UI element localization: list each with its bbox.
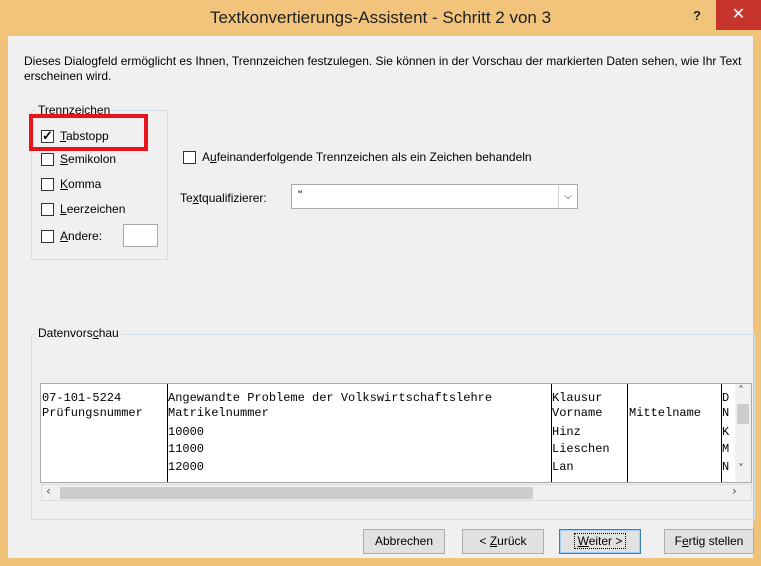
- back-button[interactable]: < Zurück: [462, 529, 544, 554]
- data-preview[interactable]: 07-101-5224 Prüfungsnummer Angewandte Pr…: [40, 383, 752, 483]
- checkbox-komma-box[interactable]: [41, 178, 54, 191]
- checkbox-semikolon-box[interactable]: [41, 153, 54, 166]
- next-focus-rect: Weiter >: [573, 533, 627, 549]
- preview-cell: 10000: [168, 425, 205, 439]
- finish-button[interactable]: Fertig stellen: [664, 529, 754, 554]
- consecutive-label: feinanderfolgende Trennzeichen als ein Z…: [216, 150, 532, 164]
- chevron-down-icon[interactable]: ⌵: [558, 185, 577, 208]
- checkbox-consecutive-box[interactable]: [183, 151, 196, 164]
- preview-cell: Klausur: [552, 391, 603, 405]
- preview-vertical-scrollbar[interactable]: ˄ ˅: [735, 384, 751, 482]
- tq-label-post: tqualifizierer:: [198, 191, 267, 205]
- checkbox-komma[interactable]: Komma: [41, 177, 141, 195]
- preview-cell: 11000: [168, 442, 205, 456]
- scroll-down-icon[interactable]: ˅: [738, 462, 744, 476]
- preview-legend-post: hau: [98, 326, 119, 340]
- next-mnemonic: W: [577, 534, 589, 548]
- preview-cell: Lan: [552, 460, 574, 474]
- checkbox-leerzeichen-mnemonic: L: [60, 202, 67, 216]
- column-separator: [627, 384, 628, 482]
- consecutive-mnemonic: u: [210, 150, 217, 164]
- back-label: urück: [497, 534, 527, 548]
- vertical-scroll-thumb[interactable]: [737, 404, 749, 424]
- checkbox-andere-label: ndere:: [68, 229, 103, 243]
- preview-cell: 12000: [168, 460, 205, 474]
- dialog-description: Dieses Dialogfeld ermöglicht es Ihnen, T…: [24, 54, 742, 83]
- close-icon: ✕: [731, 4, 746, 23]
- preview-cell: Matrikelnummer: [168, 406, 269, 420]
- tq-label-pre: Te: [180, 191, 193, 205]
- preview-cell: D: [722, 391, 730, 405]
- preview-legend: Datenvorschau: [36, 326, 121, 340]
- checkbox-leerzeichen-box[interactable]: [41, 203, 54, 216]
- checkbox-komma-mnemonic: K: [60, 177, 69, 191]
- checkbox-komma-label: omma: [68, 177, 102, 191]
- checkbox-andere-mnemonic: A: [60, 229, 69, 243]
- preview-legend-pre: Datenvors: [38, 326, 93, 340]
- highlight-annotation: [29, 114, 148, 151]
- preview-cell: M: [722, 442, 730, 456]
- checkbox-andere[interactable]: Andere:: [41, 229, 121, 247]
- scroll-right-icon[interactable]: ›: [732, 484, 737, 498]
- preview-cell: 07-101-5224: [42, 391, 122, 405]
- horizontal-scroll-thumb[interactable]: [60, 487, 533, 499]
- preview-cell: Angewandte Probleme der Volkswirtschafts…: [168, 391, 493, 405]
- preview-cell: Mittelname: [629, 406, 702, 420]
- next-button[interactable]: Weiter >: [559, 529, 641, 554]
- preview-cell: Hinz: [552, 425, 581, 439]
- preview-cell: Lieschen: [552, 442, 610, 456]
- checkbox-andere-box[interactable]: [41, 230, 54, 243]
- close-button[interactable]: ✕: [716, 0, 761, 30]
- checkbox-consecutive-delimiters[interactable]: Aufeinanderfolgende Trennzeichen als ein…: [183, 150, 603, 168]
- consecutive-label-pre: A: [202, 150, 211, 164]
- finish-label: rtig stellen: [688, 534, 744, 548]
- help-button[interactable]: ?: [686, 6, 708, 28]
- checkbox-semikolon-label: emikolon: [68, 152, 117, 166]
- next-label: eiter >: [588, 534, 623, 548]
- preview-cell: N: [722, 460, 730, 474]
- preview-cell: K: [722, 425, 730, 439]
- back-label-pre: <: [479, 534, 490, 548]
- other-delimiter-input[interactable]: [123, 224, 158, 247]
- checkbox-leerzeichen[interactable]: Leerzeichen: [41, 202, 141, 220]
- checkbox-semikolon[interactable]: Semikolon: [41, 152, 141, 170]
- window-title: Textkonvertierungs-Assistent - Schritt 2…: [209, 8, 552, 27]
- text-qualifier-select[interactable]: " ⌵: [291, 184, 578, 209]
- finish-label-pre: F: [674, 534, 682, 548]
- title-bar[interactable]: Textkonvertierungs-Assistent - Schritt 2…: [0, 0, 761, 36]
- scroll-up-icon[interactable]: ˄: [738, 384, 744, 398]
- cancel-button[interactable]: Abbrechen: [363, 529, 445, 554]
- scroll-left-icon[interactable]: ‹: [46, 484, 51, 498]
- checkbox-leerzeichen-label: eerzeichen: [66, 202, 126, 216]
- checkbox-semikolon-mnemonic: S: [60, 152, 69, 166]
- preview-cell: Prüfungsnummer: [42, 406, 143, 420]
- text-qualifier-value: ": [298, 188, 303, 202]
- dialog-window: Textkonvertierungs-Assistent - Schritt 2…: [0, 0, 761, 566]
- preview-horizontal-scrollbar[interactable]: ‹ ›: [41, 484, 752, 501]
- finish-mnemonic: e: [681, 534, 689, 548]
- text-qualifier-label: Textqualifizierer:: [180, 191, 267, 205]
- preview-cell: Vorname: [552, 406, 603, 420]
- preview-cell: N: [722, 406, 730, 420]
